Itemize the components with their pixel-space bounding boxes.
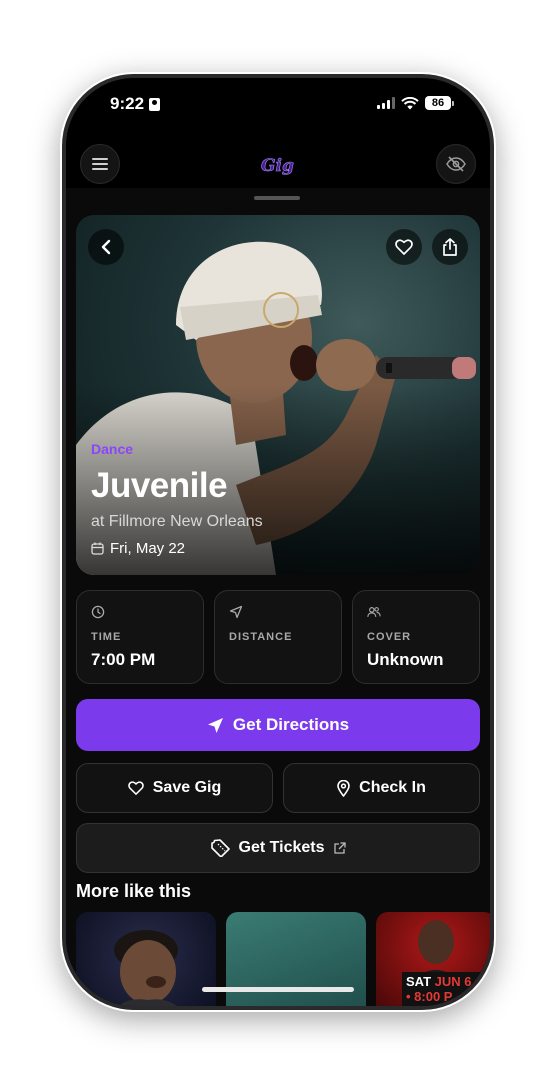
- check-in-label: Check In: [359, 779, 426, 796]
- external-link-icon: [334, 841, 347, 854]
- cover-label: COVER: [367, 631, 412, 643]
- check-in-button[interactable]: Check In: [283, 763, 480, 813]
- heart-outline-icon: [127, 781, 144, 795]
- event-date: Fri, May 22: [91, 540, 185, 557]
- back-button[interactable]: [88, 229, 124, 265]
- get-tickets-label: Get Tickets: [238, 839, 325, 856]
- event-hero-card: Dance Juvenile at Fillmore New Orleans F…: [76, 215, 480, 575]
- more-like-this-title: More like this: [76, 881, 192, 901]
- cover-card: COVER Unknown: [352, 590, 480, 684]
- calendar-icon: [91, 542, 104, 555]
- menu-button[interactable]: [80, 144, 120, 184]
- time-label: TIME: [91, 631, 122, 643]
- share-icon: [443, 238, 457, 256]
- map-pin-icon: [337, 779, 350, 797]
- time-value: 7:00 PM: [91, 650, 156, 669]
- distance-card: DISTANCE: [214, 590, 342, 684]
- venue-name: at Fillmore New Orleans: [91, 513, 263, 530]
- related-event-photo: [114, 930, 178, 1006]
- status-indicators: 86: [377, 96, 454, 110]
- battery-icon: 86: [425, 96, 454, 110]
- related-event-promo: SAT JUN 6, 202 • 8:00 P: [402, 972, 490, 1006]
- share-button[interactable]: [432, 229, 468, 265]
- location-arrow-icon: [207, 717, 223, 733]
- promo-time: • 8:00 P: [406, 989, 453, 1004]
- related-event-card[interactable]: SAT JUN 6, 202 • 8:00 P: [376, 912, 490, 1006]
- get-tickets-button[interactable]: Get Tickets: [76, 823, 480, 873]
- get-directions-label: Get Directions: [232, 715, 350, 734]
- eye-off-icon: [446, 156, 466, 172]
- related-event-card[interactable]: [76, 912, 216, 1006]
- status-time-text: 9:22: [110, 94, 145, 113]
- chevron-left-icon: [101, 239, 111, 255]
- battery-level: 86: [425, 96, 451, 110]
- time-card: TIME 7:00 PM: [76, 590, 204, 684]
- distance-label: DISTANCE: [229, 631, 293, 643]
- status-time: 9:22: [110, 94, 161, 114]
- ticket-icon: [210, 839, 230, 857]
- save-gig-button[interactable]: Save Gig: [76, 763, 273, 813]
- artist-name: Juvenile: [91, 466, 228, 505]
- wifi-icon: [401, 96, 419, 109]
- svg-text:Gig: Gig: [261, 156, 294, 176]
- app-screen: 9:22 86 Gig Dance Juvenile at Fillmore N…: [66, 78, 490, 1006]
- signal-icon: [377, 97, 395, 109]
- navigation-icon: [229, 605, 243, 619]
- cover-value: Unknown: [367, 650, 444, 669]
- visibility-toggle-button[interactable]: [436, 144, 476, 184]
- heart-icon: [395, 239, 413, 255]
- people-icon: [367, 607, 381, 617]
- id-card-icon: [149, 97, 161, 111]
- get-directions-button[interactable]: Get Directions: [76, 699, 480, 751]
- hamburger-icon: [92, 158, 108, 170]
- home-indicator[interactable]: [202, 987, 354, 992]
- clock-icon: [91, 605, 105, 619]
- promo-date: JUN 6, 202: [434, 974, 490, 989]
- save-gig-label: Save Gig: [152, 779, 222, 796]
- sheet-grabber[interactable]: [254, 196, 300, 200]
- phone-frame: 9:22 86 Gig Dance Juvenile at Fillmore N…: [62, 74, 494, 1010]
- genre-label: Dance: [91, 441, 134, 457]
- event-date-text: Fri, May 22: [110, 540, 186, 557]
- favorite-button[interactable]: [386, 229, 422, 265]
- promo-day: SAT: [406, 974, 432, 989]
- gig-logo[interactable]: Gig: [259, 152, 297, 178]
